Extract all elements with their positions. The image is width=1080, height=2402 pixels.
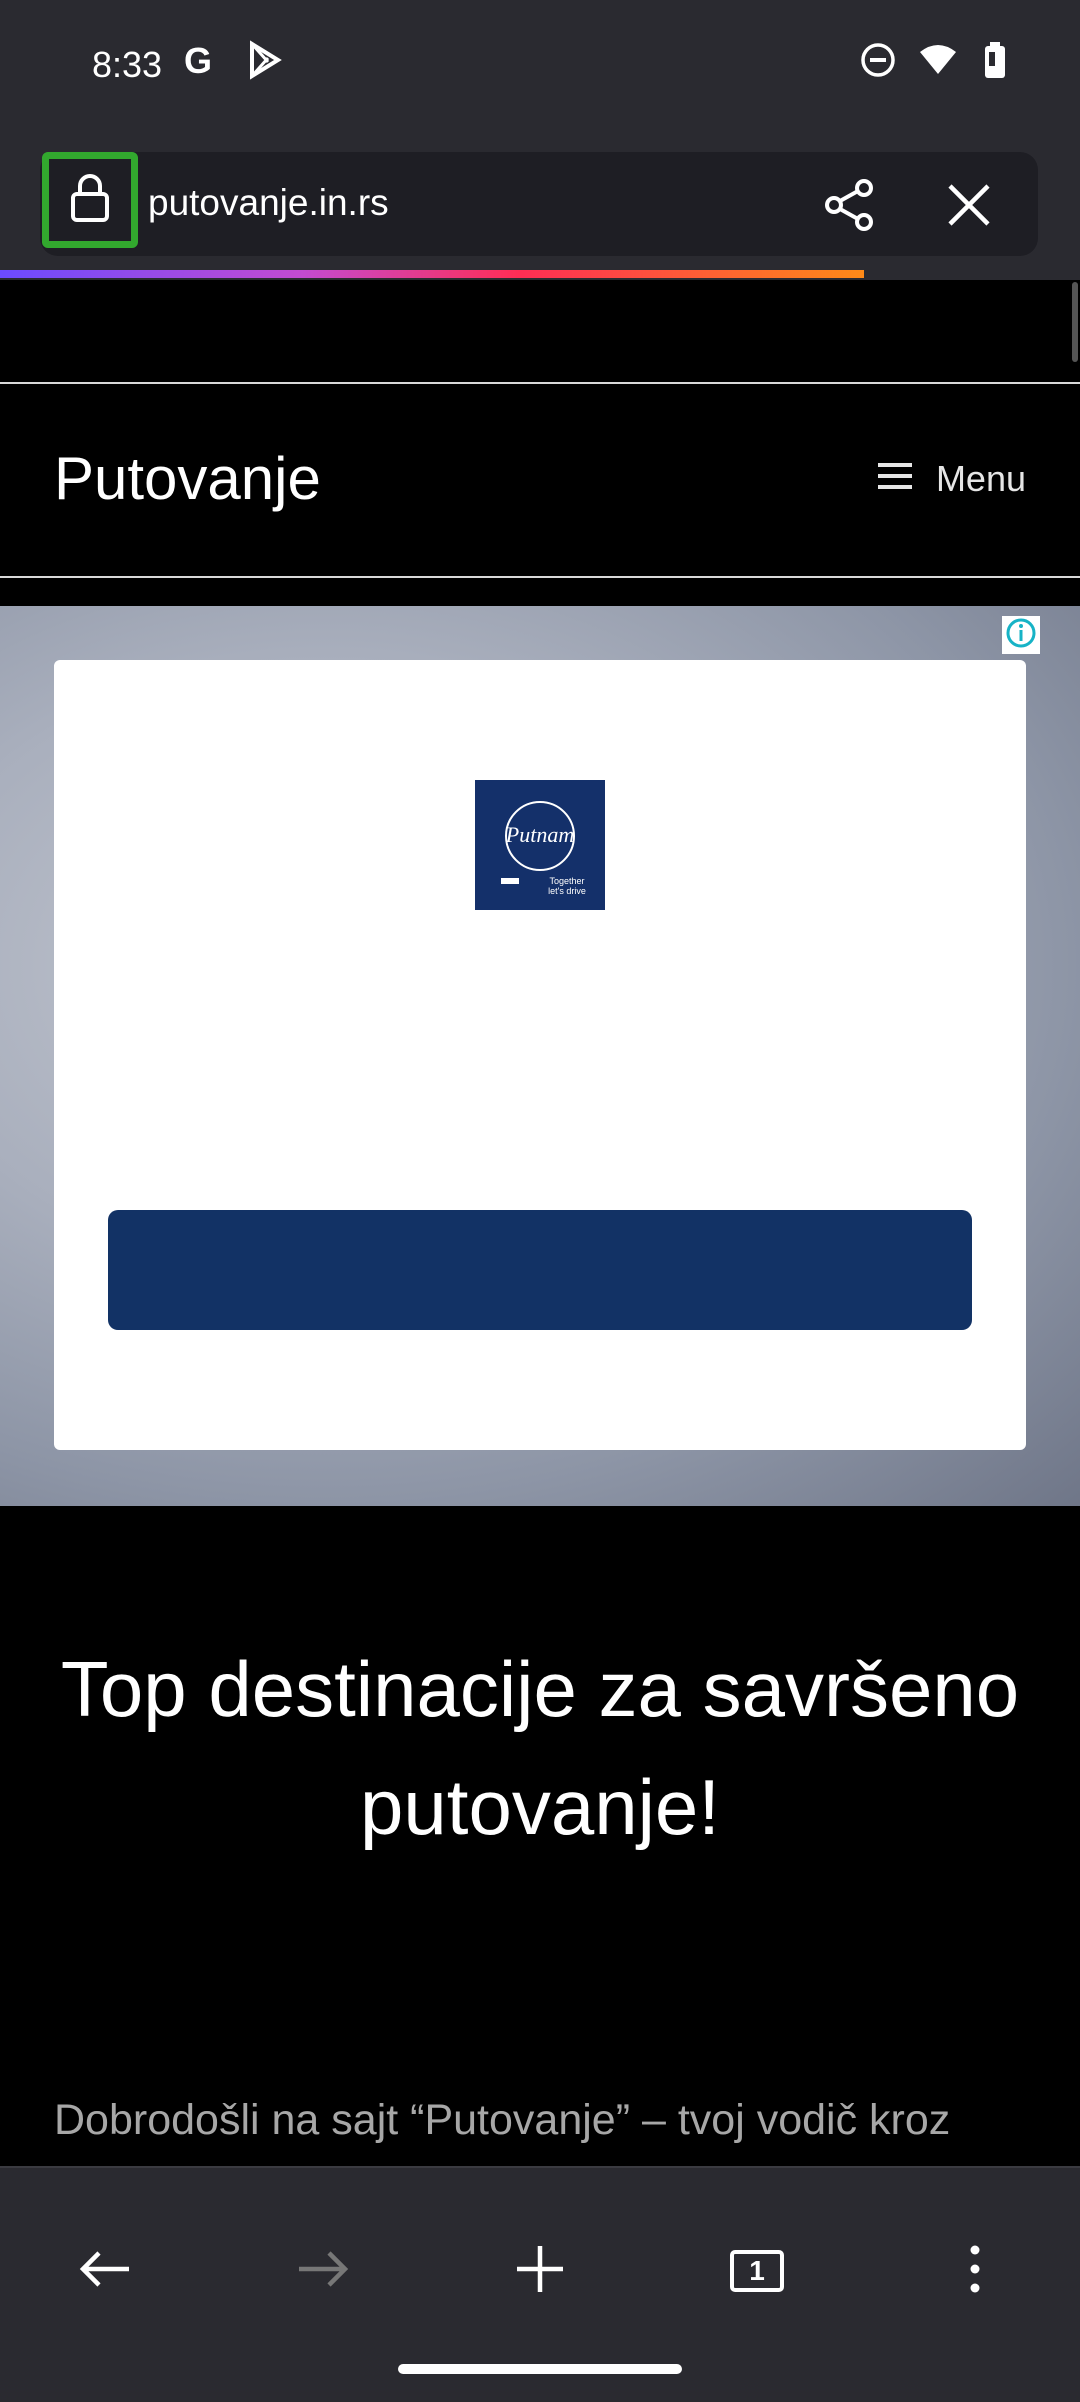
tab-count: 1 — [749, 2255, 765, 2286]
svg-text:Putnam: Putnam — [505, 822, 574, 847]
share-icon — [820, 179, 878, 238]
ad-card[interactable]: Putnam Together let's drive — [54, 660, 1026, 1450]
lock-icon — [68, 172, 112, 229]
site-title[interactable]: Putovanje — [54, 444, 321, 513]
tab-switcher-button[interactable]: 1 — [712, 2226, 802, 2316]
site-security-button[interactable] — [42, 152, 138, 248]
page-load-progress — [0, 270, 864, 278]
menu-label: Menu — [935, 458, 1026, 499]
ad-choices-button[interactable] — [1002, 616, 1040, 654]
page-headline: Top destinacije za savršeno putovanje! — [60, 1645, 1020, 1851]
status-bar: 8:33 G — [0, 0, 1080, 140]
do-not-disturb-icon — [860, 42, 896, 83]
svg-text:G: G — [184, 40, 212, 80]
svg-text:Together: Together — [549, 876, 584, 886]
play-store-icon — [244, 40, 284, 85]
menu-button[interactable]: Menu — [877, 458, 1026, 500]
scrollbar[interactable] — [1072, 282, 1078, 362]
close-custom-tab-button[interactable] — [940, 176, 998, 234]
forward-button[interactable] — [278, 2226, 368, 2316]
share-button[interactable] — [820, 176, 878, 234]
ad-cta-button[interactable] — [108, 1210, 972, 1330]
browser-toolbar: putovanje.in.rs — [0, 140, 1080, 280]
new-tab-button[interactable] — [495, 2226, 585, 2316]
address-bar[interactable]: putovanje.in.rs — [40, 152, 1038, 256]
back-arrow-icon — [77, 2247, 133, 2296]
more-vertical-icon — [969, 2244, 981, 2299]
status-notification-icons: G — [180, 40, 284, 85]
header-divider-top — [0, 382, 1080, 384]
svg-text:let's drive: let's drive — [548, 886, 586, 896]
close-icon — [940, 184, 998, 238]
overflow-menu-button[interactable] — [930, 2226, 1020, 2316]
back-button[interactable] — [60, 2226, 150, 2316]
status-system-icons — [860, 40, 1010, 85]
hamburger-icon — [877, 458, 912, 500]
ad-brand-logo[interactable]: Putnam Together let's drive — [475, 780, 605, 910]
battery-icon — [980, 40, 1010, 85]
info-icon — [1005, 617, 1037, 654]
plus-icon — [515, 2244, 565, 2299]
google-icon: G — [180, 40, 220, 85]
home-gesture-bar[interactable] — [398, 2364, 682, 2374]
wifi-icon — [918, 42, 958, 83]
advertisement[interactable]: Putnam Together let's drive — [0, 606, 1080, 1506]
status-time: 8:33 — [92, 44, 163, 85]
url-text[interactable]: putovanje.in.rs — [148, 182, 389, 224]
header-divider-bottom — [0, 576, 1080, 578]
forward-arrow-icon — [295, 2247, 351, 2296]
